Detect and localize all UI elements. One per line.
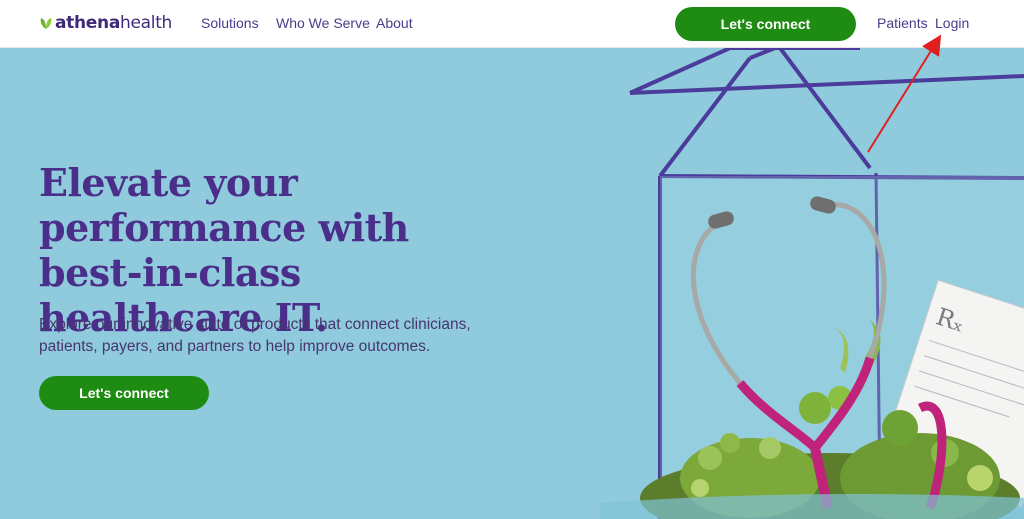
patients-link[interactable]: Patients (877, 15, 928, 31)
hero-title: Elevate your performance with best-in-cl… (39, 160, 409, 340)
logo-wordmark: athenahealth (55, 13, 173, 33)
logo-leaf-icon (40, 18, 52, 29)
top-navigation-bar: athenahealth Solutions Who We Serve Abou… (0, 0, 1024, 48)
terrarium-stethoscope-illustration: Rₓ (600, 48, 1024, 519)
login-link[interactable]: Login (935, 15, 969, 31)
hero-subtitle: Explore our innovative suite of products… (39, 316, 471, 355)
nav-who-we-serve[interactable]: Who We Serve (276, 15, 370, 31)
athenahealth-logo[interactable]: athenahealth (39, 12, 172, 34)
nav-about[interactable]: About (376, 15, 413, 31)
nav-solutions[interactable]: Solutions (201, 15, 259, 31)
lets-connect-hero-button[interactable]: Let's connect (39, 376, 209, 410)
lets-connect-header-button[interactable]: Let's connect (675, 7, 856, 41)
